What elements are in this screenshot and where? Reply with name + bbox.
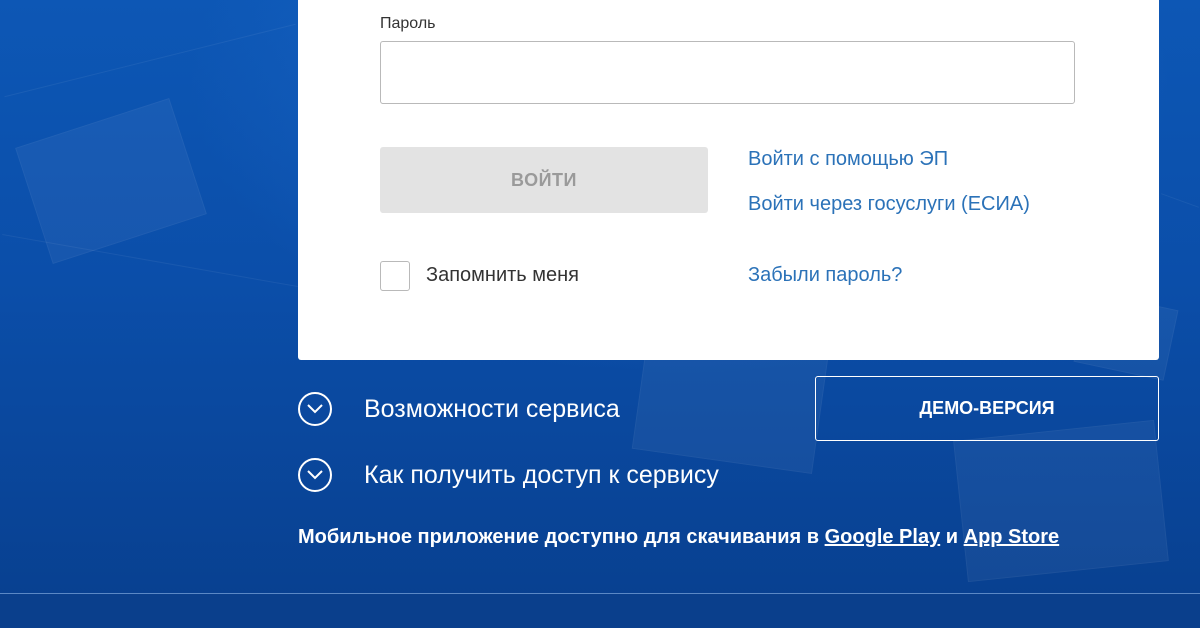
access-label: Как получить доступ к сервису <box>364 460 719 489</box>
footer-strip <box>0 594 1200 628</box>
forgot-password-link[interactable]: Забыли пароль? <box>748 264 902 287</box>
password-input[interactable] <box>380 41 1075 104</box>
demo-version-button[interactable]: ДЕМО-ВЕРСИЯ <box>815 376 1159 441</box>
remember-me-checkbox[interactable] <box>380 261 410 291</box>
mobile-app-conjunction: и <box>940 526 964 548</box>
features-toggle[interactable]: Возможности сервиса <box>298 389 620 429</box>
decorative-line <box>2 233 298 288</box>
chevron-down-circle-icon <box>298 458 332 492</box>
chevron-down-circle-icon <box>298 392 332 426</box>
ep-login-link[interactable]: Войти с помощью ЭП <box>748 148 948 171</box>
login-card: Пароль ВОЙТИ Войти с помощью ЭП Войти че… <box>298 0 1159 360</box>
password-label: Пароль <box>380 15 436 32</box>
decorative-line <box>4 23 296 98</box>
chevron-down-icon <box>307 470 323 480</box>
mobile-app-note: Мобильное приложение доступно для скачив… <box>298 526 1059 549</box>
mobile-app-text: Мобильное приложение доступно для скачив… <box>298 526 825 548</box>
login-button[interactable]: ВОЙТИ <box>380 147 708 213</box>
google-play-link[interactable]: Google Play <box>825 526 941 548</box>
esia-login-link[interactable]: Войти через госуслуги (ЕСИА) <box>748 193 1030 216</box>
features-label: Возможности сервиса <box>364 394 620 423</box>
access-toggle[interactable]: Как получить доступ к сервису <box>298 455 719 495</box>
decorative-line <box>1161 193 1199 208</box>
decorative-shape <box>953 419 1169 583</box>
decorative-shape <box>15 97 207 265</box>
chevron-down-icon <box>307 404 323 414</box>
remember-me-label[interactable]: Запомнить меня <box>426 264 579 287</box>
app-store-link[interactable]: App Store <box>964 526 1060 548</box>
